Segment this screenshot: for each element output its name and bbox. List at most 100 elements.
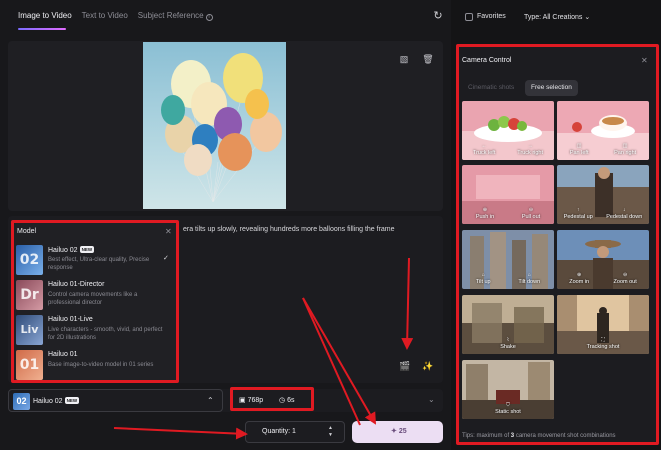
shot-zoom[interactable]: ⊕ Zoom in ⊖ Zoom out <box>557 230 649 289</box>
model-description: Best effect, Ultra-clear quality, Precis… <box>48 257 150 271</box>
shot-labels: ⌂ Tilt up ⌂ Tilt down <box>462 272 554 285</box>
model-name: Hailuo 01 <box>48 351 78 358</box>
uploaded-image <box>143 42 286 209</box>
shot-option-pedestal-down[interactable]: ↓ Pedestal down <box>606 207 642 220</box>
shot-labels: ⊕ Zoom in ⊖ Zoom out <box>557 272 649 285</box>
model-thumbnail: 02 <box>13 393 30 410</box>
selected-model-label: Hailuo 02 NEW <box>33 397 80 405</box>
pan-right-icon: ◫ <box>622 143 628 149</box>
shot-shake[interactable]: ⌇ Shake <box>462 295 554 354</box>
shot-label-text: Tilt up <box>475 279 491 285</box>
shot-label-text: Shake <box>500 344 516 350</box>
shot-label-text: Pedestal down <box>606 214 643 220</box>
shot-push-pull[interactable]: ⊕ Push in ⊖ Pull out <box>462 165 554 224</box>
model-thumbnail: Dr <box>16 280 43 310</box>
tab-cinematic-shots[interactable]: Cinematic shots <box>462 80 520 96</box>
shot-tracking[interactable]: ⛶ Tracking shot <box>557 295 649 354</box>
model-item-hailuo-02[interactable]: 02 Hailuo 02 NEW Best effect, Ultra-clear… <box>16 245 176 279</box>
shot-label-text: Zoom in <box>569 279 590 285</box>
shot-option-pull-out[interactable]: ⊖ Pull out <box>522 207 540 220</box>
quantity-label: Quantity: 1 <box>262 428 296 435</box>
quantity-stepper[interactable]: Quantity: 1 ▲ ▼ <box>245 421 345 443</box>
zoom-out-icon: ⊖ <box>528 207 534 213</box>
info-icon[interactable]: i <box>205 14 213 21</box>
shot-labels: ◫ Pan left ◫ Pan right <box>557 143 649 156</box>
camera-tips: Tips: maximum of 3 camera movement shot … <box>462 433 616 439</box>
shot-option-push-in[interactable]: ⊕ Push in <box>476 207 494 220</box>
refresh-icon[interactable]: ↻ <box>432 10 444 22</box>
magic-enhance-icon[interactable]: ✨ <box>421 359 435 373</box>
credits-label: ✦ 25 <box>391 427 407 435</box>
chevron-down-icon: ⌄ <box>584 14 591 21</box>
shot-option-pedestal-up[interactable]: ↑ Pedestal up <box>564 207 593 220</box>
type-filter-text: Type: All Creations <box>524 14 583 21</box>
shot-option-pan-left[interactable]: ◫ Pan left <box>570 143 589 156</box>
zoom-in-icon: ⊕ <box>577 272 582 278</box>
camera-control-icon[interactable]: 🎬 <box>398 359 412 373</box>
prompt-text: era tilts up slowly, revealing hundreds … <box>183 226 395 233</box>
shot-tilt[interactable]: ⌂ Tilt up ⌂ Tilt down <box>462 230 554 289</box>
close-icon[interactable]: ✕ <box>165 227 172 236</box>
new-badge: NEW <box>79 246 95 253</box>
tab-subject-reference-label: Subject Reference <box>137 11 204 20</box>
favorites-label: Favorites <box>477 13 506 20</box>
new-badge: NEW <box>64 397 80 404</box>
shot-option-tilt-up[interactable]: ⌂ Tilt up <box>476 272 491 285</box>
shot-option-truck-right[interactable]: → Truck right <box>517 143 543 156</box>
zoom-in-icon: ⊕ <box>482 207 488 213</box>
generate-button[interactable]: ✦ 25 <box>352 421 443 443</box>
stepper-arrows-icon[interactable]: ▲ ▼ <box>328 425 333 439</box>
shot-option-shake[interactable]: ⌇ Shake <box>500 337 516 350</box>
shot-option-zoom-in[interactable]: ⊕ Zoom in <box>569 272 589 285</box>
settings-bar: 02 Hailuo 02 NEW ⌃ ▣ 768p ◷ 6s ⌄ <box>8 387 443 412</box>
arrow-down-icon: ↓ <box>622 207 626 213</box>
shot-option-tilt-down[interactable]: ⌂ Tilt down <box>518 272 540 285</box>
pan-left-icon: ◫ <box>576 143 582 149</box>
tab-subject-reference[interactable]: Subject Reference i <box>138 11 213 31</box>
model-description: Live characters - smooth, vivid, and per… <box>48 327 163 341</box>
shot-truck[interactable]: ← Truck left → Truck right <box>462 101 554 160</box>
shot-option-tracking-shot[interactable]: ⛶ Tracking shot <box>587 337 620 350</box>
shot-label-text: Truck left <box>472 150 496 156</box>
chevron-up-icon: ⌃ <box>207 396 214 405</box>
tab-text-to-video[interactable]: Text to Video <box>82 11 128 31</box>
arrow-right-icon: → <box>527 143 533 149</box>
favorites-checkbox[interactable] <box>465 13 473 21</box>
camera-control-panel: Camera Control ✕ Cinematic shots Free se… <box>456 44 659 445</box>
shot-option-zoom-out[interactable]: ⊖ Zoom out <box>614 272 637 285</box>
model-name: Hailuo 02 NEW <box>48 246 95 254</box>
shot-option-pan-right[interactable]: ◫ Pan right <box>614 143 636 156</box>
shot-label-text: Pan right <box>614 150 637 156</box>
video-spec-selector[interactable]: ▣ 768p ◷ 6s <box>230 387 314 411</box>
model-thumbnail: 01 <box>16 350 43 380</box>
model-item-hailuo-01-director[interactable]: Dr Hailuo 01-Director Control camera mov… <box>16 280 176 314</box>
arrow-up-icon: ↑ <box>576 207 580 213</box>
replace-image-icon[interactable]: ▧ <box>397 52 411 66</box>
shot-pan[interactable]: ◫ Pan left ◫ Pan right <box>557 101 649 160</box>
delete-icon[interactable]: 🗑 <box>421 52 435 66</box>
chevron-down-icon[interactable]: ⌄ <box>428 395 435 404</box>
duration-text: 6s <box>287 397 295 404</box>
tilt-up-icon: ⌂ <box>481 272 485 278</box>
model-popup-title: Model <box>17 228 37 235</box>
shot-pedestal[interactable]: ↑ Pedestal up ↓ Pedestal down <box>557 165 649 224</box>
close-icon[interactable]: ✕ <box>641 56 648 65</box>
tips-count: 3 <box>510 433 515 439</box>
model-item-hailuo-01-live[interactable]: Liv Hailuo 01-Live Live characters - smo… <box>16 315 176 349</box>
model-select-dropdown[interactable]: 02 Hailuo 02 NEW ⌃ <box>8 389 223 412</box>
model-selector-popup: Model ✕ 02 Hailuo 02 NEW Best effect, Ult… <box>11 220 179 383</box>
duration-value: ◷ 6s <box>279 396 294 404</box>
check-icon: ✓ <box>163 255 169 262</box>
type-filter-dropdown[interactable]: Type: All Creations ⌄ <box>524 13 590 21</box>
model-item-hailuo-01[interactable]: 01 Hailuo 01 Base image-to-video model i… <box>16 350 176 380</box>
shot-label-text: Truck right <box>517 150 544 156</box>
shot-option-static-shot[interactable]: ⛉ Static shot <box>495 402 521 415</box>
tab-free-selection[interactable]: Free selection <box>525 80 578 96</box>
model-thumbnail: Liv <box>16 315 43 345</box>
shot-label-text: Tracking shot <box>586 344 620 350</box>
shot-option-truck-left[interactable]: ← Truck left <box>473 143 495 156</box>
shot-static[interactable]: ⛉ Static shot <box>462 360 554 419</box>
shot-labels: ↑ Pedestal up ↓ Pedestal down <box>557 207 649 220</box>
uploaded-image-area[interactable]: ▧ 🗑 <box>8 41 443 211</box>
zoom-out-icon: ⊖ <box>623 272 628 278</box>
